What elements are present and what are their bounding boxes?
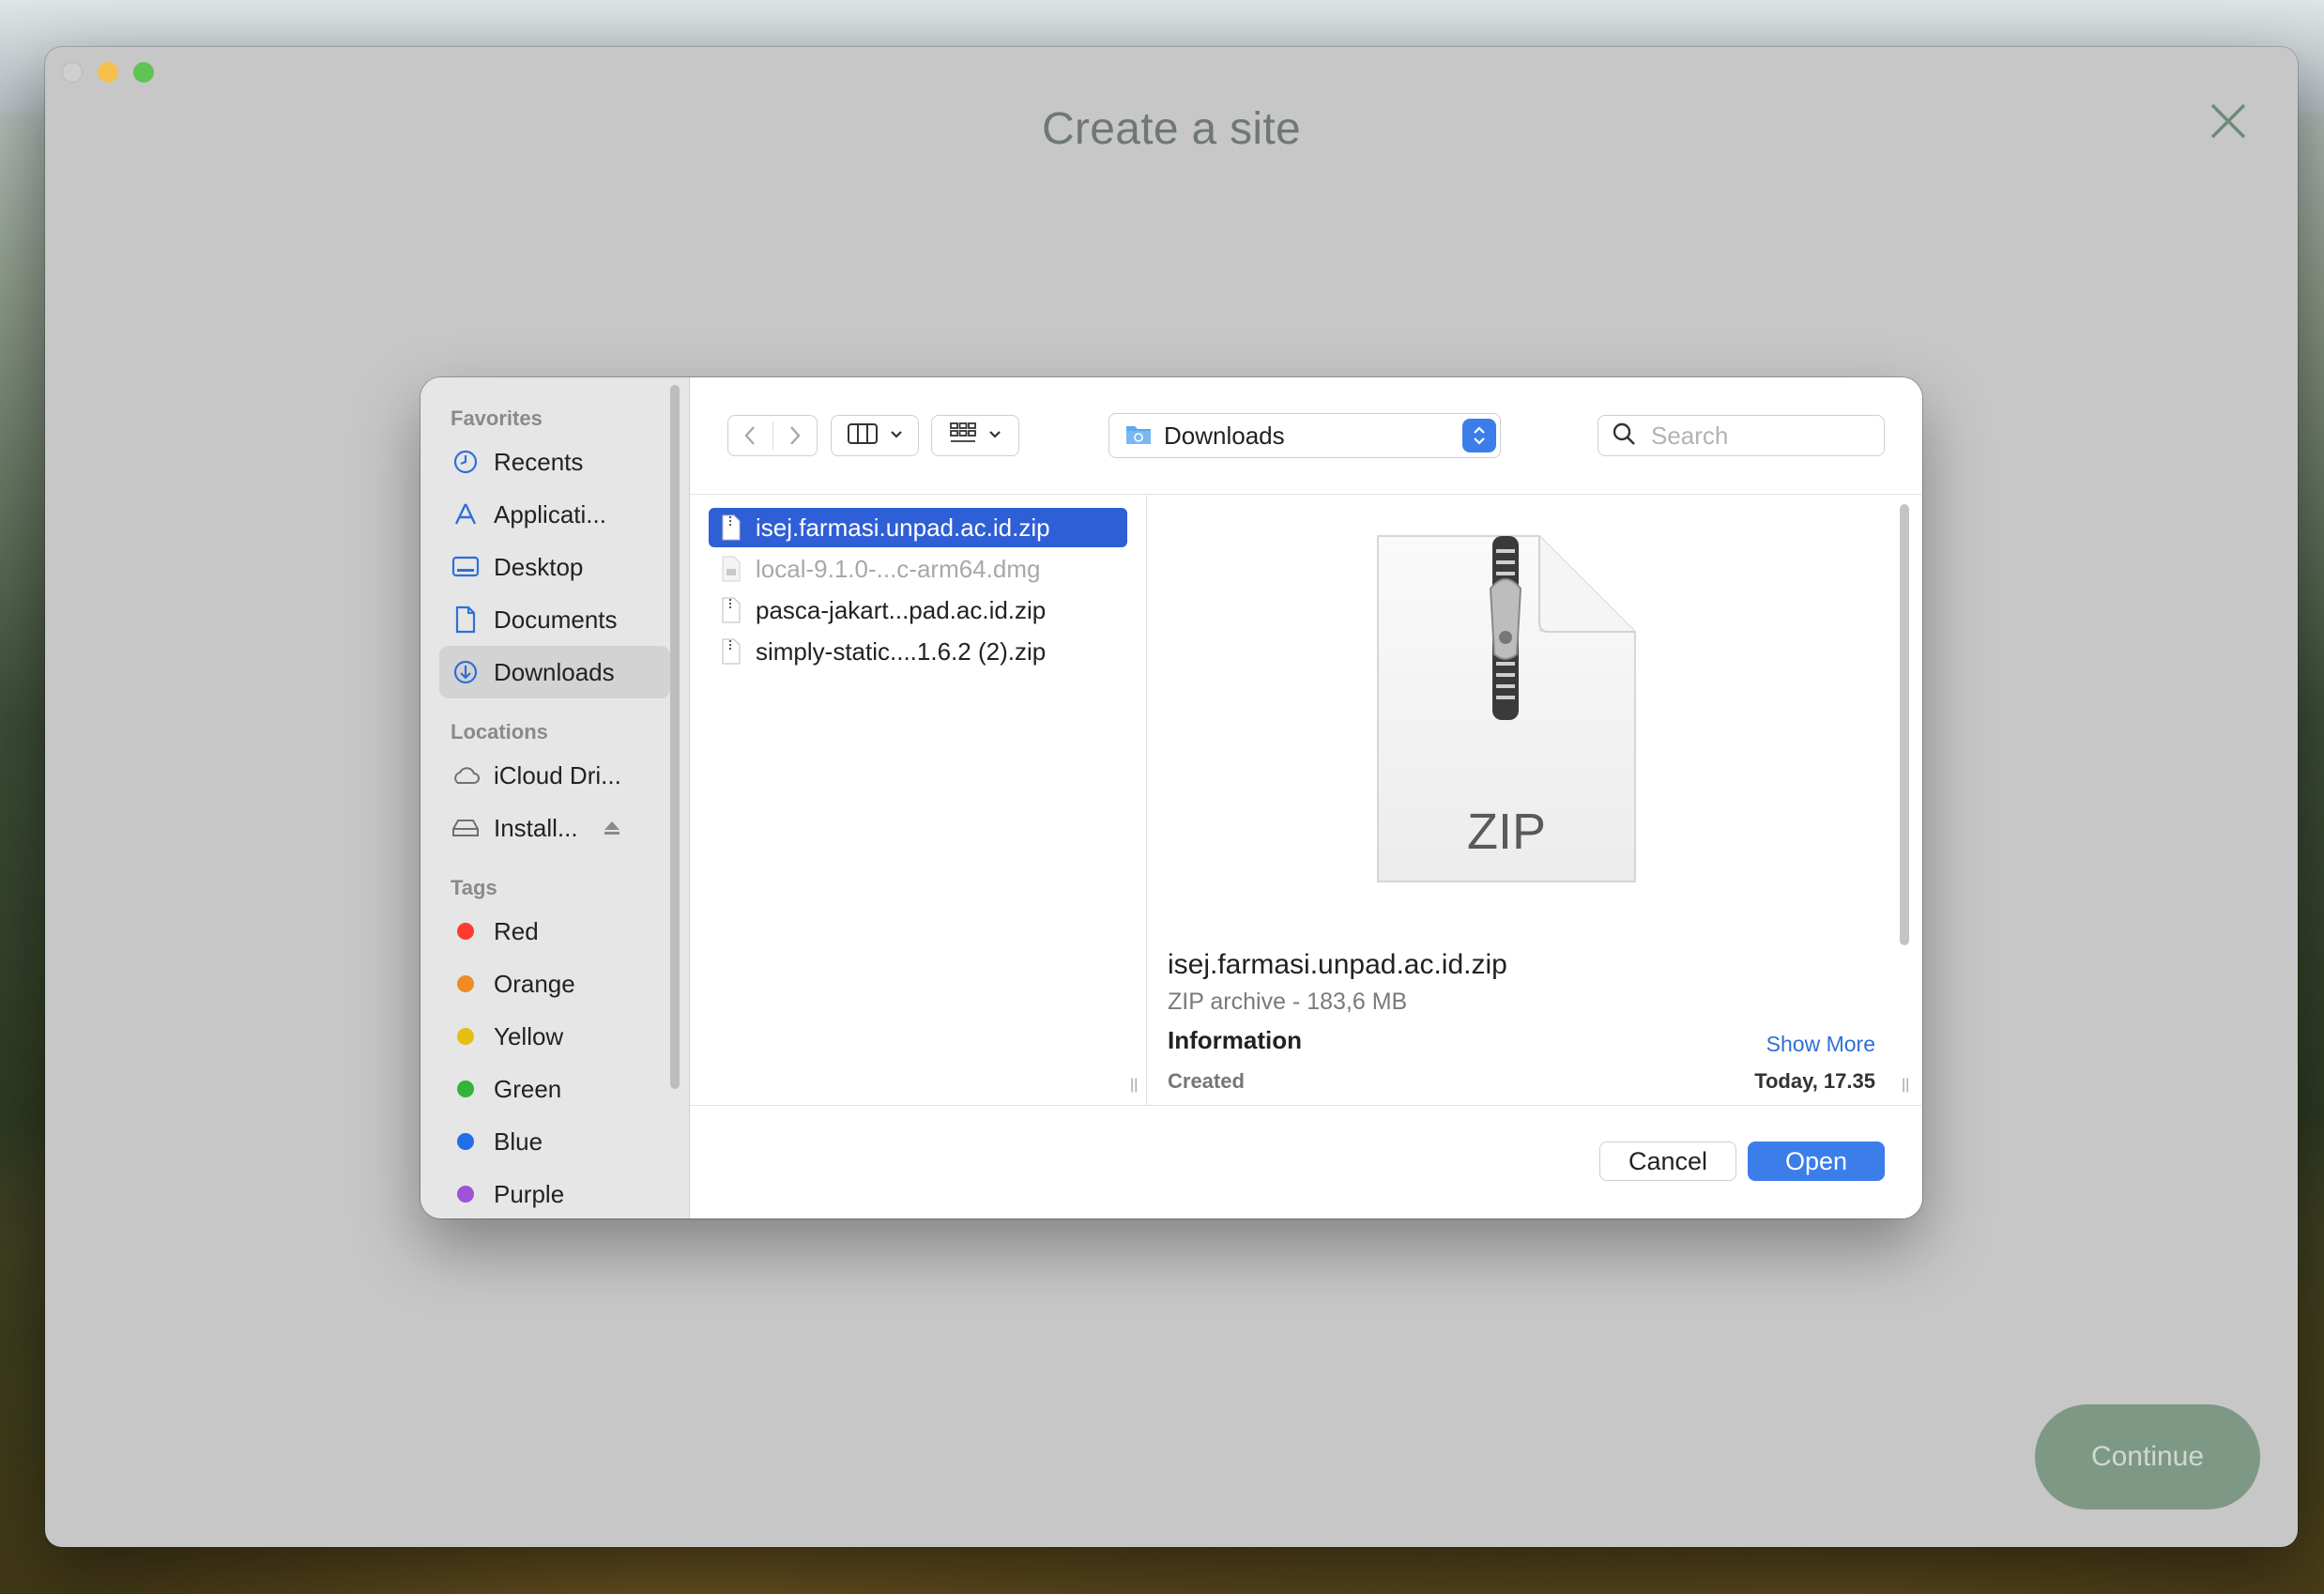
disk-image-icon bbox=[722, 556, 741, 582]
created-value: Today, 17.35 bbox=[1754, 1069, 1875, 1093]
back-forward-control bbox=[727, 415, 818, 456]
document-icon bbox=[451, 605, 481, 635]
sidebar-tag-blue[interactable]: Blue bbox=[439, 1115, 670, 1168]
sidebar-item-label: Yellow bbox=[494, 1021, 564, 1050]
back-icon[interactable] bbox=[728, 424, 772, 447]
sidebar-scrollbar[interactable] bbox=[670, 385, 680, 1089]
created-label: Created bbox=[1168, 1069, 1245, 1093]
window-minimize-button[interactable] bbox=[98, 62, 118, 83]
column-resize-handle[interactable]: || bbox=[1902, 1077, 1909, 1094]
preview-icon-label: ZIP bbox=[1466, 804, 1546, 860]
preview-file-kind: ZIP archive - 183,6 MB bbox=[1168, 989, 1408, 1015]
sidebar-item-applications[interactable]: Applicati... bbox=[439, 488, 670, 541]
close-icon[interactable] bbox=[2204, 98, 2253, 146]
sidebar-tag-orange[interactable]: Orange bbox=[439, 958, 670, 1010]
file-name: simply-static....1.6.2 (2).zip bbox=[756, 636, 1047, 666]
folder-icon bbox=[1124, 421, 1153, 451]
location-popup[interactable]: Downloads bbox=[1108, 413, 1501, 458]
sidebar-item-documents[interactable]: Documents bbox=[439, 593, 670, 646]
file-name: isej.farmasi.unpad.ac.id.zip bbox=[756, 513, 1050, 542]
file-row[interactable]: pasca-jakart...pad.ac.id.zip bbox=[709, 590, 1127, 630]
search-field[interactable] bbox=[1598, 415, 1885, 456]
search-input[interactable] bbox=[1649, 420, 1859, 452]
sidebar-item-recents[interactable]: Recents bbox=[439, 436, 670, 488]
desktop-icon bbox=[451, 552, 481, 582]
chevron-down-icon bbox=[890, 427, 903, 444]
columns-view-icon bbox=[847, 422, 879, 450]
zip-file-icon bbox=[722, 638, 741, 665]
open-button[interactable]: Open bbox=[1748, 1142, 1885, 1181]
sidebar-item-label: Applicati... bbox=[494, 499, 606, 529]
open-file-dialog: Favorites Recents Applicati... Desktop D… bbox=[420, 377, 1922, 1218]
sidebar-tag-red[interactable]: Red bbox=[439, 905, 670, 958]
show-more-link[interactable]: Show More bbox=[1766, 1032, 1875, 1057]
file-row[interactable]: simply-static....1.6.2 (2).zip bbox=[709, 632, 1127, 671]
tag-color-dot bbox=[457, 975, 474, 992]
grid-icon bbox=[949, 421, 977, 451]
sidebar-item-label: Orange bbox=[494, 969, 575, 998]
continue-button[interactable]: Continue bbox=[2035, 1404, 2260, 1510]
sidebar-item-label: iCloud Dri... bbox=[494, 760, 621, 789]
file-row[interactable]: local-9.1.0-...c-arm64.dmg bbox=[709, 549, 1127, 589]
clock-icon bbox=[451, 447, 481, 477]
sidebar-item-label: Recents bbox=[494, 447, 584, 476]
applications-icon bbox=[451, 499, 481, 529]
page-title: Create a site bbox=[1041, 104, 1302, 154]
sidebar-tag-green[interactable]: Green bbox=[439, 1063, 670, 1115]
group-by-button[interactable] bbox=[931, 415, 1019, 456]
view-mode-button[interactable] bbox=[831, 415, 919, 456]
zip-file-icon bbox=[722, 514, 741, 541]
sidebar-tag-yellow[interactable]: Yellow bbox=[439, 1010, 670, 1063]
tag-color-dot bbox=[457, 923, 474, 940]
file-row[interactable]: isej.farmasi.unpad.ac.id.zip bbox=[709, 508, 1127, 547]
tag-color-dot bbox=[457, 1081, 474, 1097]
eject-icon[interactable] bbox=[603, 814, 621, 843]
disk-icon bbox=[451, 813, 481, 843]
window-zoom-button[interactable] bbox=[133, 62, 154, 83]
sidebar-item-label: Install... bbox=[494, 813, 578, 842]
forward-icon[interactable] bbox=[772, 424, 817, 447]
sidebar-item-label: Purple bbox=[494, 1179, 565, 1208]
sidebar-item-label: Documents bbox=[494, 605, 618, 634]
file-name: pasca-jakart...pad.ac.id.zip bbox=[756, 595, 1047, 624]
sidebar-item-desktop[interactable]: Desktop bbox=[439, 541, 670, 593]
file-name: local-9.1.0-...c-arm64.dmg bbox=[756, 554, 1041, 583]
tag-color-dot bbox=[457, 1186, 474, 1203]
cloud-icon bbox=[451, 760, 481, 790]
chevron-down-icon bbox=[988, 427, 1001, 444]
information-heading: Information bbox=[1168, 1026, 1302, 1054]
window-controls bbox=[62, 62, 154, 83]
zip-file-icon bbox=[722, 597, 741, 623]
sidebar-tag-purple[interactable]: Purple bbox=[439, 1168, 670, 1218]
sidebar-item-label: Green bbox=[494, 1074, 562, 1103]
tags-heading: Tags bbox=[451, 876, 497, 899]
tag-color-dot bbox=[457, 1028, 474, 1045]
location-label: Downloads bbox=[1164, 421, 1285, 450]
window-close-button[interactable] bbox=[62, 62, 83, 83]
locations-heading: Locations bbox=[451, 720, 548, 743]
sidebar-item-icloud[interactable]: iCloud Dri... bbox=[439, 749, 670, 802]
up-down-chevron-icon bbox=[1462, 419, 1496, 452]
tag-color-dot bbox=[457, 1133, 474, 1150]
sidebar-item-label: Downloads bbox=[494, 657, 615, 686]
search-icon bbox=[1612, 421, 1636, 451]
preview-scrollbar[interactable] bbox=[1900, 504, 1909, 945]
dialog-sidebar: Favorites Recents Applicati... Desktop D… bbox=[420, 377, 690, 1218]
preview-file-name: isej.farmasi.unpad.ac.id.zip bbox=[1168, 949, 1507, 980]
sidebar-item-install-disk[interactable]: Install... bbox=[439, 802, 670, 854]
dialog-toolbar: Downloads bbox=[690, 377, 1922, 495]
sidebar-item-label: Desktop bbox=[494, 552, 584, 581]
download-icon bbox=[451, 657, 481, 687]
sidebar-item-label: Blue bbox=[494, 1127, 543, 1156]
preview-pane: ZIP isej.farmasi.unpad.ac.id.zip ZIP arc… bbox=[1147, 495, 1909, 1105]
dialog-footer: Cancel Open bbox=[690, 1105, 1922, 1218]
sidebar-item-downloads[interactable]: Downloads bbox=[439, 646, 670, 698]
column-resize-handle[interactable]: || bbox=[1130, 1077, 1138, 1094]
sidebar-item-label: Red bbox=[494, 916, 539, 945]
file-list-column: isej.farmasi.unpad.ac.id.zip local-9.1.0… bbox=[690, 495, 1147, 1105]
favorites-heading: Favorites bbox=[451, 406, 543, 430]
cancel-button[interactable]: Cancel bbox=[1599, 1142, 1736, 1181]
